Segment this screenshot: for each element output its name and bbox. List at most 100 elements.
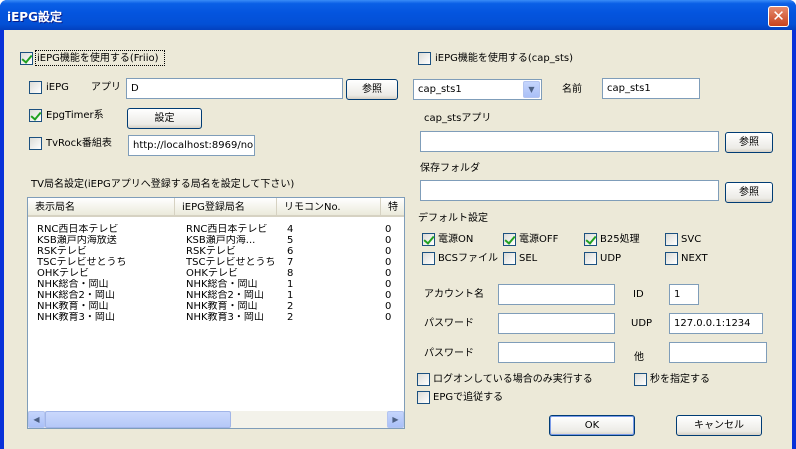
use-capsts-checkbox[interactable] bbox=[418, 52, 431, 65]
station-display-name: RNC西日本テレビ bbox=[37, 224, 119, 235]
iepg-label: iEPG bbox=[46, 82, 69, 93]
svc-checkbox[interactable] bbox=[665, 233, 678, 246]
app-path-input[interactable]: D bbox=[126, 78, 343, 99]
name-input[interactable]: cap_sts1 bbox=[602, 78, 700, 99]
station-iepg-name: NHK総合・岡山 bbox=[186, 279, 258, 290]
column-header-iepg-name[interactable]: iEPG登録局名 bbox=[175, 198, 277, 217]
table-row[interactable]: OHKテレビ OHKテレビ 8 0 bbox=[28, 268, 404, 279]
table-row[interactable]: NHK教育3・岡山 NHK教育3・岡山 2 0 bbox=[28, 312, 404, 323]
station-iepg-name: NHK教育3・岡山 bbox=[186, 312, 264, 323]
column-header-remote-no[interactable]: リモコンNo. bbox=[277, 198, 381, 217]
udp-address-input[interactable]: 127.0.0.1:1234 bbox=[669, 313, 763, 334]
station-list-header: 表示局名 iEPG登録局名 リモコンNo. 特 bbox=[28, 198, 404, 217]
cancel-button[interactable]: キャンセル bbox=[676, 415, 762, 436]
bcs-file-label: BCSファイル bbox=[438, 253, 499, 264]
station-list[interactable]: 表示局名 iEPG登録局名 リモコンNo. 特 RNC西日本テレビ RNC西日本テ… bbox=[27, 197, 405, 429]
epg-follow-label: EPGで追従する bbox=[433, 392, 504, 403]
password2-input[interactable] bbox=[498, 342, 615, 363]
station-remote-no: 7 bbox=[287, 257, 294, 268]
horizontal-scrollbar[interactable]: ◀ ▶ bbox=[28, 411, 404, 428]
station-remote-no: 1 bbox=[287, 290, 294, 301]
dialog-body: iEPG機能を使用する(Friio) iEPG アプリ D 参照 EpgTime… bbox=[4, 30, 792, 449]
use-friio-checkbox[interactable] bbox=[20, 52, 33, 65]
app-label: アプリ bbox=[91, 82, 121, 93]
station-remote-no: 6 bbox=[287, 246, 294, 257]
station-display-name: TSCテレビせとうち bbox=[37, 257, 127, 268]
chevron-down-icon[interactable]: ▼ bbox=[523, 81, 540, 98]
epgtimer-settings-button[interactable]: 設定 bbox=[127, 108, 202, 129]
epg-follow-checkbox[interactable] bbox=[417, 391, 430, 404]
power-on-label: 電源ON bbox=[438, 234, 474, 245]
station-remote-no: 5 bbox=[287, 235, 294, 246]
station-extra: 0 bbox=[385, 268, 392, 279]
capsts-app-label: cap_stsアプリ bbox=[424, 113, 492, 124]
ok-button[interactable]: OK bbox=[549, 415, 635, 436]
logon-only-checkbox[interactable] bbox=[417, 373, 430, 386]
station-display-name: RSKテレビ bbox=[37, 246, 87, 257]
next-label: NEXT bbox=[681, 253, 708, 264]
id-input[interactable]: 1 bbox=[669, 284, 699, 305]
tvrock-label: TvRock番組表 bbox=[46, 138, 112, 149]
password-input[interactable] bbox=[498, 313, 615, 334]
sel-checkbox[interactable] bbox=[503, 252, 516, 265]
seconds-label: 秒を指定する bbox=[650, 374, 710, 385]
tvrock-checkbox[interactable] bbox=[29, 137, 42, 150]
sel-label: SEL bbox=[519, 253, 538, 264]
password-label: パスワード bbox=[424, 318, 474, 329]
power-on-checkbox[interactable] bbox=[422, 233, 435, 246]
station-extra: 0 bbox=[385, 246, 392, 257]
station-iepg-name: TSCテレビせとうち bbox=[186, 257, 276, 268]
iepg-settings-window: iEPG設定 ✕ iEPG機能を使用する(Friio) iEPG アプリ D 参… bbox=[0, 0, 796, 449]
epgtimer-label: EpgTimer系 bbox=[46, 110, 104, 121]
profile-select-value: cap_sts1 bbox=[418, 84, 462, 95]
other-input[interactable] bbox=[669, 342, 767, 363]
table-row[interactable]: KSB瀬戸内海放送 KSB瀬戸内海... 5 0 bbox=[28, 235, 404, 246]
station-display-name: KSB瀬戸内海放送 bbox=[37, 235, 117, 246]
scroll-left-icon[interactable]: ◀ bbox=[28, 411, 45, 428]
power-off-checkbox[interactable] bbox=[503, 233, 516, 246]
station-extra: 0 bbox=[385, 290, 392, 301]
station-extra: 0 bbox=[385, 235, 392, 246]
station-extra: 0 bbox=[385, 224, 392, 235]
profile-select[interactable]: cap_sts1 ▼ bbox=[413, 79, 542, 100]
id-label: ID bbox=[633, 289, 644, 300]
iepg-checkbox[interactable] bbox=[29, 81, 42, 94]
svc-label: SVC bbox=[681, 234, 702, 245]
column-header-display-name[interactable]: 表示局名 bbox=[28, 198, 175, 217]
window-title: iEPG設定 bbox=[7, 10, 62, 24]
scroll-thumb[interactable] bbox=[45, 411, 231, 428]
close-button[interactable]: ✕ bbox=[768, 6, 789, 27]
app-browse-button[interactable]: 参照 bbox=[346, 79, 398, 100]
save-folder-browse-button[interactable]: 参照 bbox=[725, 182, 773, 203]
seconds-checkbox[interactable] bbox=[634, 373, 647, 386]
scroll-right-icon[interactable]: ▶ bbox=[387, 411, 404, 428]
station-remote-no: 2 bbox=[287, 301, 294, 312]
password2-label: パスワード bbox=[424, 348, 474, 359]
tvrock-url-input[interactable]: http://localhost:8969/nol bbox=[128, 135, 255, 156]
udp-checkbox[interactable] bbox=[584, 252, 597, 265]
account-input[interactable] bbox=[498, 284, 615, 305]
udp-option-label: UDP bbox=[600, 253, 622, 264]
title-bar[interactable]: iEPG設定 ✕ bbox=[0, 0, 796, 30]
b25-checkbox[interactable] bbox=[584, 233, 597, 246]
column-header-extra[interactable]: 特 bbox=[381, 198, 404, 217]
epgtimer-checkbox[interactable] bbox=[29, 109, 42, 122]
table-row[interactable]: RSKテレビ RSKテレビ 6 0 bbox=[28, 246, 404, 257]
table-row[interactable]: NHK教育・岡山 NHK教育・岡山 2 0 bbox=[28, 301, 404, 312]
station-iepg-name: OHKテレビ bbox=[186, 268, 238, 279]
next-checkbox[interactable] bbox=[665, 252, 678, 265]
station-extra: 0 bbox=[385, 301, 392, 312]
bcs-file-checkbox[interactable] bbox=[422, 252, 435, 265]
name-label: 名前 bbox=[562, 84, 582, 95]
station-display-name: NHK総合2・岡山 bbox=[37, 290, 115, 301]
table-row[interactable]: NHK総合2・岡山 NHK総合2・岡山 1 0 bbox=[28, 290, 404, 301]
udp-address-label: UDP bbox=[631, 318, 653, 329]
use-friio-label: iEPG機能を使用する(Friio) bbox=[37, 53, 159, 64]
table-row[interactable]: RNC西日本テレビ RNC西日本テレビ 4 0 bbox=[28, 224, 404, 235]
save-folder-input[interactable] bbox=[420, 180, 719, 201]
table-row[interactable]: NHK総合・岡山 NHK総合・岡山 1 0 bbox=[28, 279, 404, 290]
table-row[interactable]: TSCテレビせとうち TSCテレビせとうち 7 0 bbox=[28, 257, 404, 268]
station-remote-no: 8 bbox=[287, 268, 294, 279]
capsts-app-browse-button[interactable]: 参照 bbox=[725, 132, 773, 153]
capsts-app-input[interactable] bbox=[420, 131, 719, 152]
